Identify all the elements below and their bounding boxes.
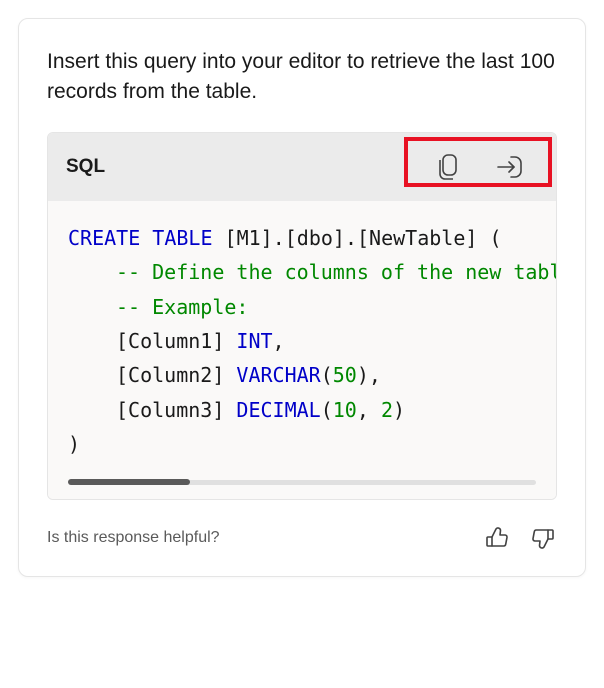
code-language-label: SQL [66,156,105,178]
feedback-prompt: Is this response helpful? [47,529,220,547]
code-body: CREATE TABLE [M1].[dbo].[NewTable] ( -- … [48,201,556,499]
code-header-actions [422,145,538,189]
sql-datatype: INT [236,329,272,353]
copy-button[interactable] [432,149,464,185]
close-paren: ) [68,432,80,456]
sql-comment: -- Example: [116,295,248,319]
thumbs-down-icon [531,526,555,550]
thumbs-up-icon [485,526,509,550]
insert-button[interactable] [492,150,528,184]
open-paren: ( [477,226,501,250]
code-content: CREATE TABLE [M1].[dbo].[NewTable] ( -- … [68,221,536,462]
col-name: [Column3] [116,398,236,422]
table-name: [M1].[dbo].[NewTable] [225,226,478,250]
sql-datatype: DECIMAL [236,398,320,422]
col-arg: 10 [333,398,357,422]
thumbs-up-button[interactable] [483,524,511,552]
intro-text: Insert this query into your editor to re… [47,47,557,108]
copy-icon [436,153,460,181]
code-header: SQL [48,133,556,201]
horizontal-scrollbar[interactable] [68,480,536,485]
sql-datatype: VARCHAR [236,363,320,387]
insert-icon [496,154,524,180]
col-name: [Column2] [116,363,236,387]
thumbs-down-button[interactable] [529,524,557,552]
sql-keyword: CREATE TABLE [68,226,213,250]
col-arg: 50 [333,363,357,387]
feedback-row: Is this response helpful? [47,524,557,552]
col-arg: 2 [381,398,393,422]
col-name: [Column1] [116,329,236,353]
sql-comment: -- Define the columns of the new tabl [116,260,556,284]
feedback-actions [483,524,557,552]
response-card: Insert this query into your editor to re… [18,18,586,577]
code-block: SQL CREAT [47,132,557,500]
scrollbar-thumb[interactable] [68,479,190,485]
